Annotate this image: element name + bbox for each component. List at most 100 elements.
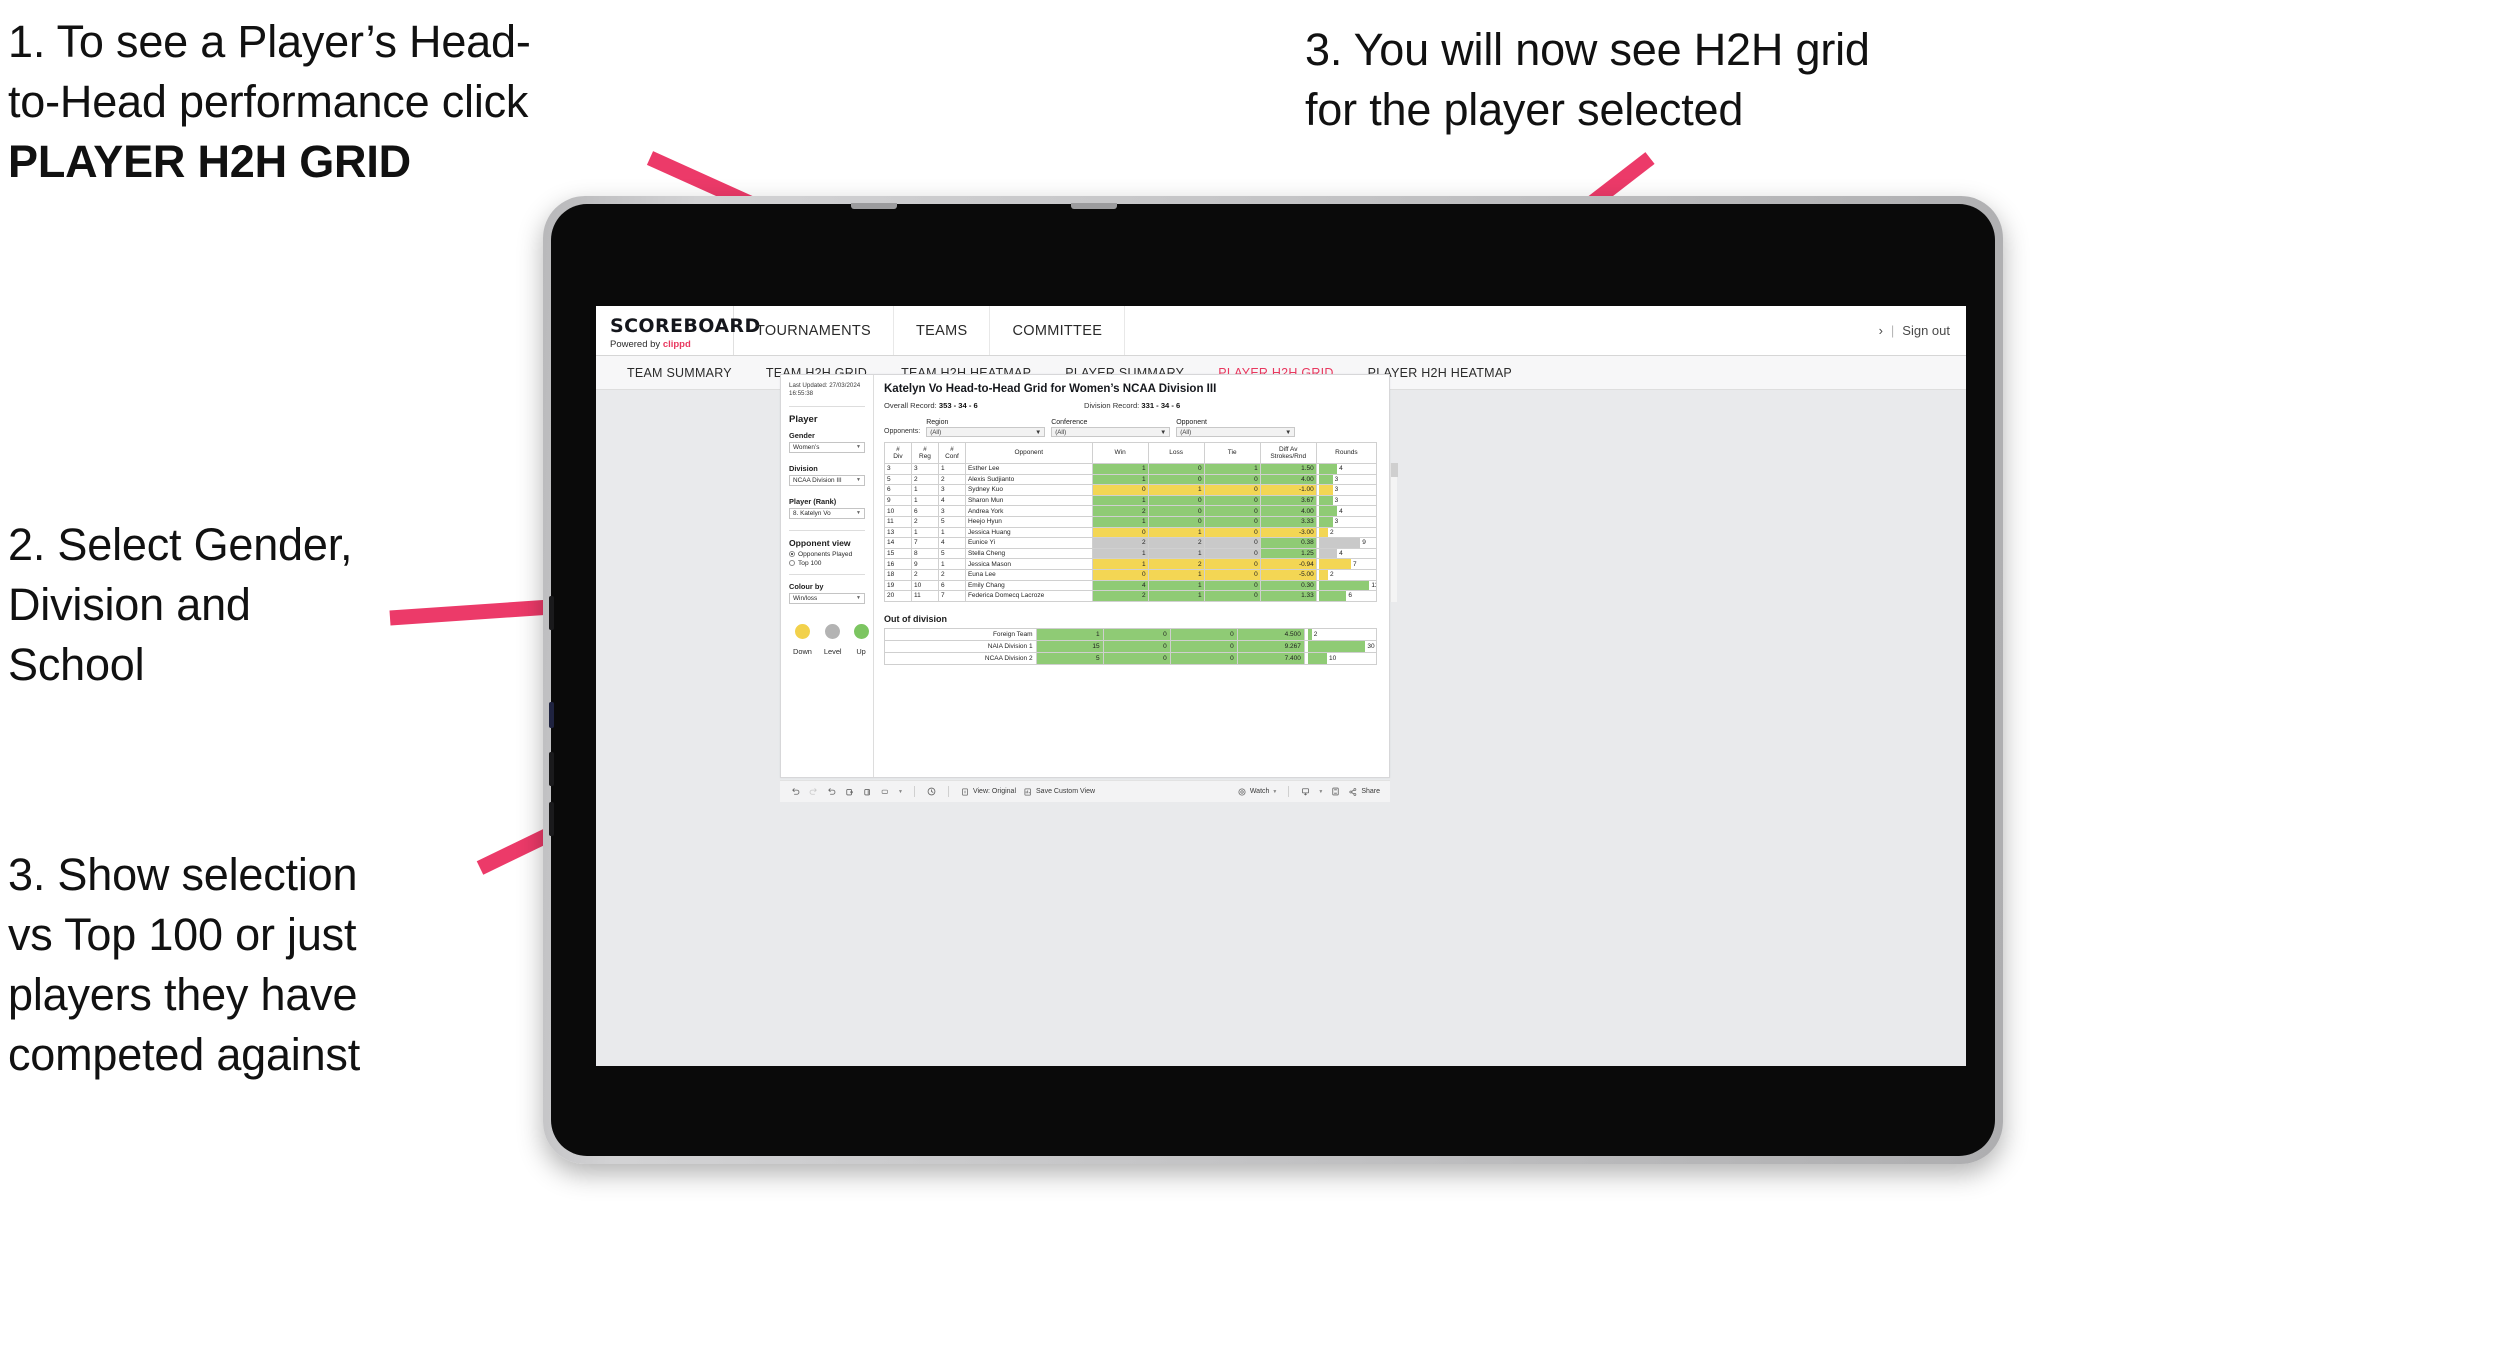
toolbar-divider-2 <box>947 786 949 797</box>
cell-conf: 1 <box>937 526 966 539</box>
cell-opponent: Jessica Mason <box>964 558 1093 570</box>
table-row[interactable]: 5 2 2 Alexis Sudjianto 1 0 0 4.00 3 <box>884 473 1378 486</box>
table-row[interactable]: 16 9 1 Jessica Mason 1 2 0 -0.94 7 <box>884 558 1378 570</box>
opponent-filter-dropdown[interactable]: (All) ▼ <box>1176 427 1296 437</box>
table-row[interactable]: 14 7 4 Eunice Yi 2 2 0 0.38 9 <box>884 537 1378 549</box>
redo-icon[interactable] <box>808 786 819 797</box>
column-header-win[interactable]: Win <box>1091 442 1149 464</box>
out-of-division-row[interactable]: NAIA Division 1 15 0 0 9.267 30 <box>884 639 1378 653</box>
save-custom-view-button[interactable]: Save Custom View <box>1023 787 1095 797</box>
cell-div: 20 <box>884 590 912 602</box>
region-filter-dropdown[interactable]: (All) ▼ <box>926 427 1046 437</box>
legend-dot-level-icon <box>825 623 841 639</box>
app-topbar: SCOREBOARD Powered by clippd TOURNAMENTS… <box>596 306 1966 356</box>
column-header-loss[interactable]: Loss <box>1147 442 1205 464</box>
rectangle-select-icon[interactable] <box>880 786 891 797</box>
radio-top-100[interactable]: Top 100 <box>789 560 865 567</box>
tablet-bezel: SCOREBOARD Powered by clippd TOURNAMENTS… <box>549 203 1995 1156</box>
column-header-div[interactable]: # Div <box>884 442 912 464</box>
table-row[interactable]: 13 1 1 Jessica Huang 0 1 0 -3.00 2 <box>884 526 1378 539</box>
table-scrollbar-thumb[interactable] <box>1391 463 1398 477</box>
cell-win: 1 <box>1091 515 1149 528</box>
cell-reg: 8 <box>910 547 939 560</box>
topnav-item-committee[interactable]: COMMITTEE <box>990 306 1126 355</box>
rounds-bar-fill <box>1318 506 1338 516</box>
rounds-bar-fill <box>1318 517 1333 527</box>
legend-dot-down-icon <box>794 623 810 639</box>
cell-opponent: Andrea York <box>964 505 1093 517</box>
legend-label-down: Down <box>793 646 812 656</box>
division-dropdown-value: NCAA Division III <box>793 476 842 484</box>
radio-opponents-played[interactable]: Opponents Played <box>789 551 865 558</box>
share-button[interactable]: Share <box>1348 787 1380 797</box>
colour-by-dropdown[interactable]: Win/loss ▼ <box>789 592 865 604</box>
division-dropdown[interactable]: NCAA Division III ▼ <box>789 474 865 486</box>
cell-div: 10 <box>884 505 912 517</box>
column-header-reg[interactable]: # Reg <box>910 442 939 464</box>
table-row[interactable]: 3 3 1 Esther Lee 1 0 1 1.50 4 <box>884 463 1378 475</box>
chevron-down-icon[interactable]: ▼ <box>898 789 903 795</box>
topnav-item-tournaments[interactable]: TOURNAMENTS <box>734 306 895 355</box>
cell-loss: 1 <box>1147 547 1205 560</box>
cell-div: 16 <box>884 558 912 570</box>
clock-icon[interactable] <box>926 786 937 797</box>
opponent-filters: Opponents: Region (All) ▼ Conference (Al… <box>884 419 1397 437</box>
table-row[interactable]: 15 8 5 Stella Cheng 1 1 0 1.25 4 <box>884 547 1378 560</box>
table-scrollbar[interactable] <box>1390 463 1398 602</box>
subnav-item-team-summary[interactable]: TEAM SUMMARY <box>610 366 749 380</box>
radio-button-icon <box>789 551 795 558</box>
out-of-division-table: Foreign Team 1 0 0 4.500 2 NAIA Division 1 15 0 0… <box>884 627 1378 665</box>
cell-conf: 4 <box>937 494 966 507</box>
rounds-bar-fill <box>1307 641 1366 652</box>
chevron-down-icon: ▼ <box>856 510 861 517</box>
table-row[interactable]: 10 6 3 Andrea York 2 0 0 4.00 4 <box>884 505 1378 517</box>
player-rank-dropdown[interactable]: 8. Katelyn Vo ▼ <box>789 507 865 519</box>
table-row[interactable]: 18 2 2 Euna Lee 0 1 0 -5.00 2 <box>884 568 1378 581</box>
pause-icon[interactable] <box>862 786 873 797</box>
sidebar-divider-2 <box>789 529 865 531</box>
topnav-item-teams[interactable]: TEAMS <box>894 306 991 355</box>
cell-conf: 4 <box>937 537 966 549</box>
download-icon[interactable] <box>1300 786 1311 797</box>
rounds-bar-fill <box>1318 580 1370 590</box>
column-header-opponent[interactable]: Opponent <box>964 442 1093 464</box>
table-row[interactable]: 9 1 4 Sharon Mun 1 0 0 3.67 3 <box>884 494 1378 507</box>
chevron-down-icon[interactable]: ▼ <box>1318 789 1323 795</box>
view-original-button[interactable]: View: Original <box>960 787 1016 797</box>
undo-icon[interactable] <box>790 786 801 797</box>
column-header-diff-av-strokes-rnd[interactable]: Diff Av Strokes/Rnd <box>1259 442 1317 464</box>
records-row: Overall Record: 353 - 34 - 6 Division Re… <box>884 401 1397 410</box>
table-row[interactable]: 19106Emily Chang4100.3011 <box>884 579 1378 592</box>
cell-div: 6 <box>884 484 912 496</box>
chevron-right-icon[interactable]: › <box>1879 323 1883 338</box>
cell-diff: -5.00 <box>1259 568 1317 581</box>
sign-out-link[interactable]: Sign out <box>1902 323 1950 338</box>
chevron-down-icon: ▼ <box>856 477 861 484</box>
rounds-bar: 4 <box>1318 506 1374 516</box>
callout-step-1-emphasis: PLAYER H2H GRID <box>8 135 411 187</box>
brand-logo[interactable]: SCOREBOARD Powered by clippd <box>596 306 760 355</box>
column-header-tie[interactable]: Tie <box>1203 442 1261 464</box>
table-row[interactable]: 6 1 3 Sydney Kuo 0 1 0 -1.00 3 <box>884 484 1378 496</box>
table-row[interactable]: 20 11 7 Federica Domecq Lacroze 2 1 0 1.33 6 <box>884 590 1378 602</box>
column-header-conf[interactable]: # Conf <box>937 442 966 464</box>
rounds-bar-value: 10 <box>1329 654 1337 662</box>
watch-button[interactable]: Watch ▼ <box>1237 787 1277 797</box>
revert-icon[interactable] <box>826 786 837 797</box>
fullscreen-icon[interactable] <box>1330 786 1341 797</box>
cell-loss: 0 <box>1102 651 1171 665</box>
division-record: Division Record: 331 - 34 - 6 <box>1084 401 1180 410</box>
legend-dot-up-icon <box>853 623 869 639</box>
out-of-division-row[interactable]: Foreign Team 1 0 0 4.500 2 <box>884 627 1378 641</box>
cell-opponent: Euna Lee <box>964 568 1093 581</box>
conference-filter-dropdown[interactable]: (All) ▼ <box>1051 427 1171 437</box>
cell-opponent: Stella Cheng <box>964 547 1093 560</box>
table-row[interactable]: 11 2 5 Heejo Hyun 1 0 0 3.33 3 <box>884 515 1378 528</box>
refresh-icon[interactable] <box>844 786 855 797</box>
division-field-label: Division <box>789 463 818 473</box>
gender-dropdown[interactable]: Women’s ▼ <box>789 441 865 453</box>
cell-tie: 0 <box>1169 639 1238 653</box>
cell-opponent: Jessica Huang <box>964 526 1093 539</box>
out-of-division-row[interactable]: NCAA Division 2 5 0 0 7.400 10 <box>884 651 1378 665</box>
column-header-rounds[interactable]: Rounds <box>1315 442 1378 464</box>
